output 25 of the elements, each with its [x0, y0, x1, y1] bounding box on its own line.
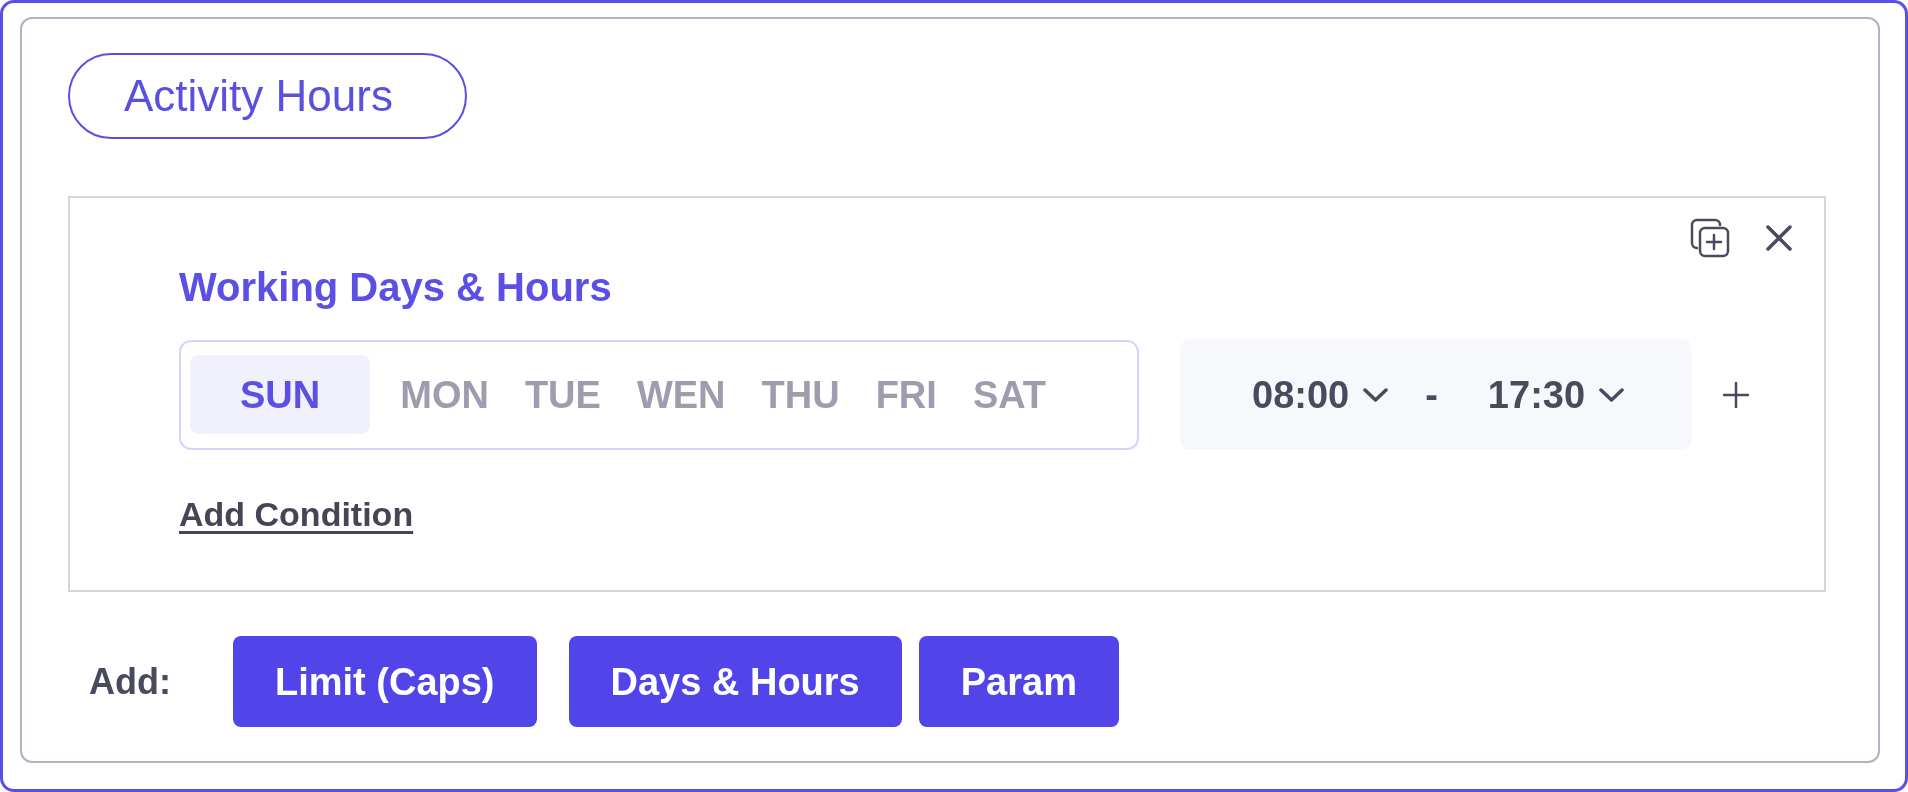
add-option-button[interactable]: Days & Hours: [568, 636, 902, 728]
day-toggle[interactable]: MON: [382, 355, 507, 434]
add-label: Add:: [89, 663, 171, 700]
chevron-down-icon: [1599, 387, 1625, 402]
add-option-button[interactable]: Limit (Caps): [232, 636, 537, 728]
day-toggle[interactable]: FRI: [857, 355, 955, 434]
duplicate-icon: [1690, 218, 1730, 258]
day-toggle[interactable]: SAT: [954, 355, 1065, 434]
start-time-select[interactable]: 08:00: [1252, 375, 1389, 414]
add-condition-link[interactable]: Add Condition: [179, 495, 414, 535]
condition-title: Working Days & Hours: [179, 264, 613, 311]
section-title-pill: Activity Hours: [68, 53, 467, 139]
plus-icon: [1723, 381, 1749, 408]
add-option-button[interactable]: Param: [918, 636, 1119, 728]
day-toggle[interactable]: TUE: [506, 355, 619, 434]
day-toggle[interactable]: WEN: [618, 355, 744, 434]
duplicate-button[interactable]: [1690, 218, 1730, 258]
end-time-select[interactable]: 17:30: [1487, 375, 1625, 414]
close-icon: [1766, 225, 1792, 251]
range-separator: -: [1425, 375, 1438, 414]
add-time-button[interactable]: [1723, 381, 1749, 408]
day-toggle[interactable]: THU: [743, 355, 858, 434]
chevron-down-icon: [1363, 387, 1389, 402]
day-toggle[interactable]: SUN: [190, 355, 371, 434]
close-button[interactable]: [1766, 225, 1792, 251]
